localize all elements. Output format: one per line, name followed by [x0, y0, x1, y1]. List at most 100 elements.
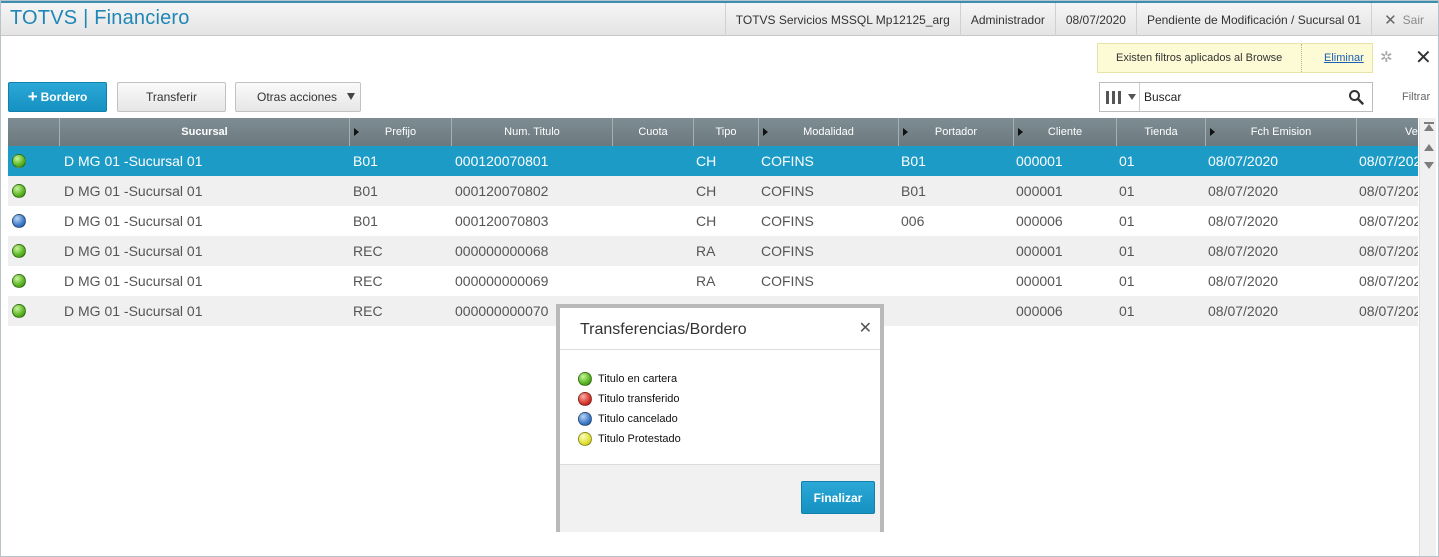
table-row[interactable]: D MG 01 -Sucursal 01 REC 000000000069 RA COF…: [8, 266, 1418, 296]
column-header[interactable]: Fch Emision: [1206, 118, 1357, 146]
table-cell: 01: [1119, 273, 1135, 289]
column-menu-icon[interactable]: [1018, 128, 1023, 136]
close-icon: ✕: [1384, 11, 1397, 29]
transfer-button[interactable]: Transferir: [117, 82, 226, 112]
table-cell: RA: [696, 243, 716, 259]
table-cell: B01: [353, 213, 378, 229]
chevron-down-icon: [1128, 94, 1136, 100]
search-input[interactable]: [1144, 87, 1344, 107]
status-dot-icon: [12, 304, 26, 318]
table-cell: 006: [901, 213, 925, 229]
vertical-scrollbar[interactable]: [1419, 118, 1436, 556]
table-cell: 000001: [1016, 243, 1063, 259]
column-header[interactable]: [8, 118, 60, 146]
table-cell: COFINS: [761, 243, 814, 259]
table-cell: [616, 206, 694, 236]
table-cell: B01: [353, 153, 378, 169]
column-header[interactable]: Prefijo: [350, 118, 452, 146]
table-cell: 08/07/2020: [1208, 153, 1279, 169]
close-browse-icon[interactable]: ✕: [1415, 45, 1432, 70]
column-header[interactable]: Sucursal: [60, 118, 350, 146]
column-header[interactable]: Num. Titulo: [452, 118, 613, 146]
app-window: TOTVS | Financiero TOTVS Servicios MSSQL…: [0, 0, 1439, 557]
status-label[interactable]: Pendiente de Modificación / Sucursal 01: [1135, 3, 1371, 36]
table-row[interactable]: D MG 01 -Sucursal 01 B01 000120070803 CH COF…: [8, 206, 1418, 236]
table-row[interactable]: D MG 01 -Sucursal 01 B01 000120070801 CH COF…: [8, 146, 1418, 176]
table-cell: RA: [696, 273, 716, 289]
column-menu-icon[interactable]: [1210, 128, 1215, 136]
exit-label: Sair: [1402, 12, 1424, 27]
table-cell: 01: [1119, 153, 1135, 169]
column-header[interactable]: Cliente: [1014, 118, 1117, 146]
column-header-label: Sucursal: [181, 126, 228, 138]
column-header[interactable]: Cuota: [613, 118, 694, 146]
status-cell: [12, 176, 32, 206]
clear-filter-link[interactable]: Eliminar: [1302, 52, 1364, 64]
table-cell: 000120070803: [455, 213, 549, 229]
bordero-label: Bordero: [40, 90, 88, 104]
column-header-label: Cuota: [638, 126, 668, 138]
table-cell: 08/07/2020: [1359, 183, 1418, 199]
scroll-down-icon[interactable]: [1424, 162, 1434, 169]
other-actions-label: Otras acciones: [257, 90, 338, 104]
column-menu-icon[interactable]: [903, 128, 908, 136]
table-cell: 01: [1119, 213, 1135, 229]
table-row[interactable]: D MG 01 -Sucursal 01 B01 000120070802 CH COF…: [8, 176, 1418, 206]
table-cell: COFINS: [761, 183, 814, 199]
legend-item: Titulo en cartera: [578, 369, 681, 389]
grid-header: Sucursal Prefijo Num. Titulo Cuota Tipo Modal…: [8, 118, 1418, 146]
app-title: TOTVS | Financiero: [10, 7, 190, 29]
table-row[interactable]: D MG 01 -Sucursal 01 REC 000000000068 RA COF…: [8, 236, 1418, 266]
column-menu-icon[interactable]: [763, 128, 768, 136]
table-cell: 01: [1119, 183, 1135, 199]
dialog-title: Transferencias/Bordero: [580, 321, 747, 338]
table-cell: COFINS: [761, 273, 814, 289]
top-info: TOTVS Servicios MSSQL Mp12125_arg Admini…: [724, 3, 1438, 36]
column-selector[interactable]: [1100, 83, 1140, 111]
scroll-up-icon[interactable]: [1424, 144, 1434, 151]
table-cell: 000120070802: [455, 183, 549, 199]
gear-icon[interactable]: ✲: [1380, 48, 1393, 66]
status-cell: [12, 296, 32, 326]
column-header[interactable]: Portador: [899, 118, 1014, 146]
user-label: Administrador: [959, 3, 1055, 36]
table-cell: 000001: [1016, 273, 1063, 289]
exit-button[interactable]: ✕ Sair: [1371, 3, 1438, 36]
table-cell: D MG 01 -Sucursal 01: [64, 303, 203, 319]
search-box: [1099, 82, 1373, 112]
table-cell: D MG 01 -Sucursal 01: [64, 213, 203, 229]
finish-button[interactable]: Finalizar: [801, 481, 875, 514]
legend-item: Titulo transferido: [578, 389, 681, 409]
column-header[interactable]: Ve: [1357, 118, 1418, 146]
table-cell: B01: [353, 183, 378, 199]
table-cell: COFINS: [761, 153, 814, 169]
table-cell: D MG 01 -Sucursal 01: [64, 153, 203, 169]
status-dot-icon: [578, 392, 592, 406]
status-dot-icon: [578, 412, 592, 426]
close-icon[interactable]: ✕: [859, 318, 872, 338]
status-cell: [12, 236, 32, 266]
column-header[interactable]: Tienda: [1117, 118, 1206, 146]
bordero-button[interactable]: + Bordero: [8, 82, 107, 112]
table-cell: [616, 236, 694, 266]
status-cell: [12, 266, 32, 296]
server-label: TOTVS Servicios MSSQL Mp12125_arg: [724, 3, 960, 36]
column-header[interactable]: Tipo: [694, 118, 759, 146]
scroll-top-icon[interactable]: [1424, 124, 1434, 131]
column-header-label: Tienda: [1144, 126, 1178, 138]
filter-link[interactable]: Filtrar: [1402, 91, 1430, 103]
table-cell: D MG 01 -Sucursal 01: [64, 273, 203, 289]
legend-list: Titulo en cartera Titulo transferido Titul…: [578, 369, 681, 449]
legend-label: Titulo transferido: [598, 393, 680, 405]
table-cell: 08/07/2020: [1359, 153, 1418, 169]
table-cell: 000000000069: [455, 273, 549, 289]
table-cell: 08/07/2020: [1359, 303, 1418, 319]
column-menu-icon[interactable]: [354, 128, 359, 136]
column-header-label: Portador: [934, 126, 978, 138]
other-actions-button[interactable]: Otras acciones: [235, 82, 361, 112]
table-cell: [616, 176, 694, 206]
search-icon[interactable]: [1348, 89, 1364, 105]
column-header[interactable]: Modalidad: [759, 118, 899, 146]
transfer-label: Transferir: [146, 90, 197, 104]
status-cell: [12, 146, 32, 176]
